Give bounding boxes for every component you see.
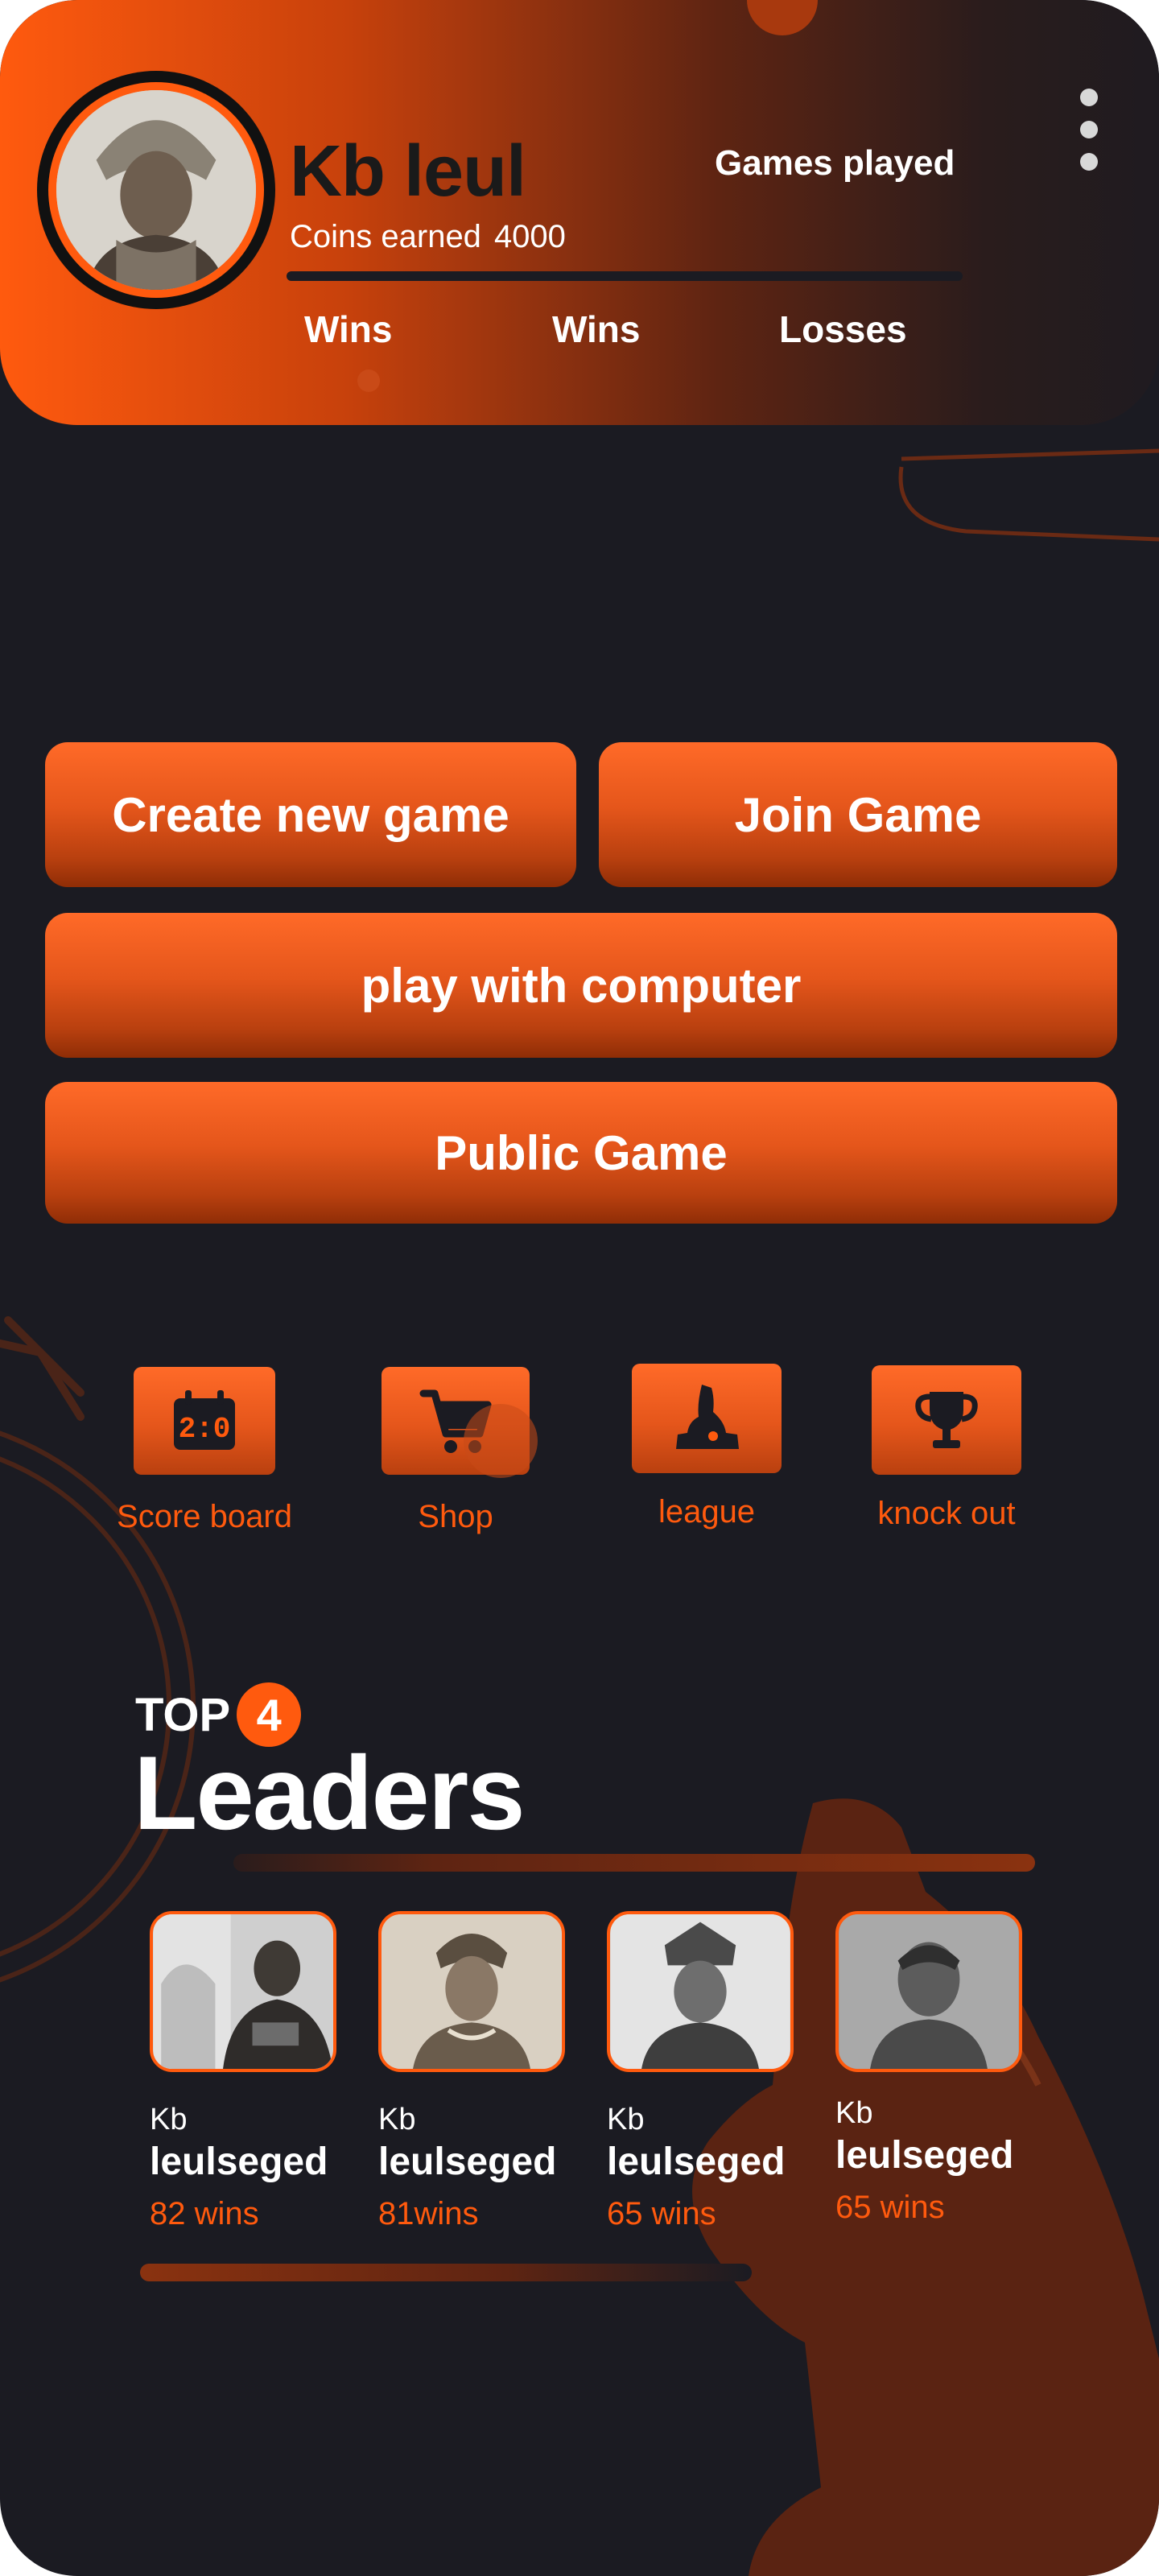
profile-progress-bar [287, 271, 963, 281]
leader-photo-3 [607, 1911, 794, 2072]
leader-photo-1 [150, 1911, 336, 2072]
scoreboard-icon: 2:0 [134, 1367, 275, 1475]
profile-name: Kb leul [290, 131, 526, 212]
leader-wins: 81wins [378, 2196, 479, 2231]
header-dot-decoration [357, 369, 380, 392]
nav-label-league: league [658, 1494, 756, 1530]
leader-last-name: leulseged [150, 2140, 328, 2183]
shop-tile-bubble-decoration [464, 1404, 538, 1478]
leaders-title-underline [233, 1854, 1035, 1872]
nav-knock-out[interactable]: knock out [850, 1365, 1043, 1532]
stat-wins-label: Wins [304, 308, 393, 350]
header-bubble-decoration [747, 0, 818, 35]
leader-last-name: leulseged [607, 2140, 786, 2183]
profile-avatar[interactable] [37, 71, 275, 309]
join-game-button[interactable]: Join Game [599, 742, 1117, 887]
leader-last-name: leulseged [835, 2134, 1014, 2177]
leaders-title: Leaders [134, 1734, 526, 1852]
nav-label-shop: Shop [418, 1499, 493, 1534]
coins-label: Coins earned [290, 219, 481, 254]
more-options-icon[interactable] [1070, 89, 1107, 185]
leader-last-name: leulseged [378, 2140, 557, 2183]
leader-first-name: Kb [835, 2096, 873, 2130]
leader-wins: 82 wins [150, 2196, 259, 2231]
nav-label-score-board: Score board [117, 1499, 292, 1534]
leader-wins: 65 wins [607, 2196, 716, 2231]
app-screen: Kb leul Coins earned 4000 Games played Wi… [0, 0, 1159, 2576]
cart-icon [382, 1367, 538, 1478]
play-with-computer-button[interactable]: play with computer [45, 913, 1117, 1058]
leader-wins: 65 wins [835, 2190, 945, 2225]
leader-first-name: Kb [378, 2103, 416, 2136]
leader-card-4[interactable]: Kb leulseged 65 wins [835, 1911, 1029, 2223]
profile-header: Kb leul Coins earned 4000 Games played Wi… [0, 0, 1159, 425]
coins-value: 4000 [493, 219, 566, 254]
coins-earned: Coins earned 4000 [290, 221, 579, 253]
nav-label-knock-out: knock out [877, 1496, 1016, 1531]
leader-photo-2 [378, 1911, 565, 2072]
games-played-label: Games played [715, 143, 955, 183]
stat-losses-label: Losses [779, 308, 907, 350]
stat-wins-label-2: Wins [552, 308, 641, 350]
svg-text:2:0: 2:0 [179, 1413, 231, 1446]
nav-score-board[interactable]: 2:0 Score board [108, 1367, 301, 1535]
leader-first-name: Kb [607, 2103, 645, 2136]
trophy-icon [872, 1365, 1021, 1475]
leader-first-name: Kb [150, 2103, 188, 2136]
nav-shop[interactable]: Shop [359, 1367, 552, 1535]
public-game-button[interactable]: Public Game [45, 1082, 1117, 1224]
leader-card-3[interactable]: Kb leulseged 65 wins [607, 1911, 800, 2230]
leader-card-1[interactable]: Kb leulseged 82 wins [150, 1911, 343, 2230]
nav-league[interactable]: league [610, 1364, 803, 1530]
leader-card-2[interactable]: Kb leulseged 81wins [378, 1911, 571, 2230]
avatar-portrait [56, 90, 256, 290]
leader-photo-4 [835, 1911, 1022, 2072]
chess-knight-icon [632, 1364, 782, 1473]
create-new-game-button[interactable]: Create new game [45, 742, 576, 887]
leaders-scroll-indicator[interactable] [140, 2264, 752, 2281]
